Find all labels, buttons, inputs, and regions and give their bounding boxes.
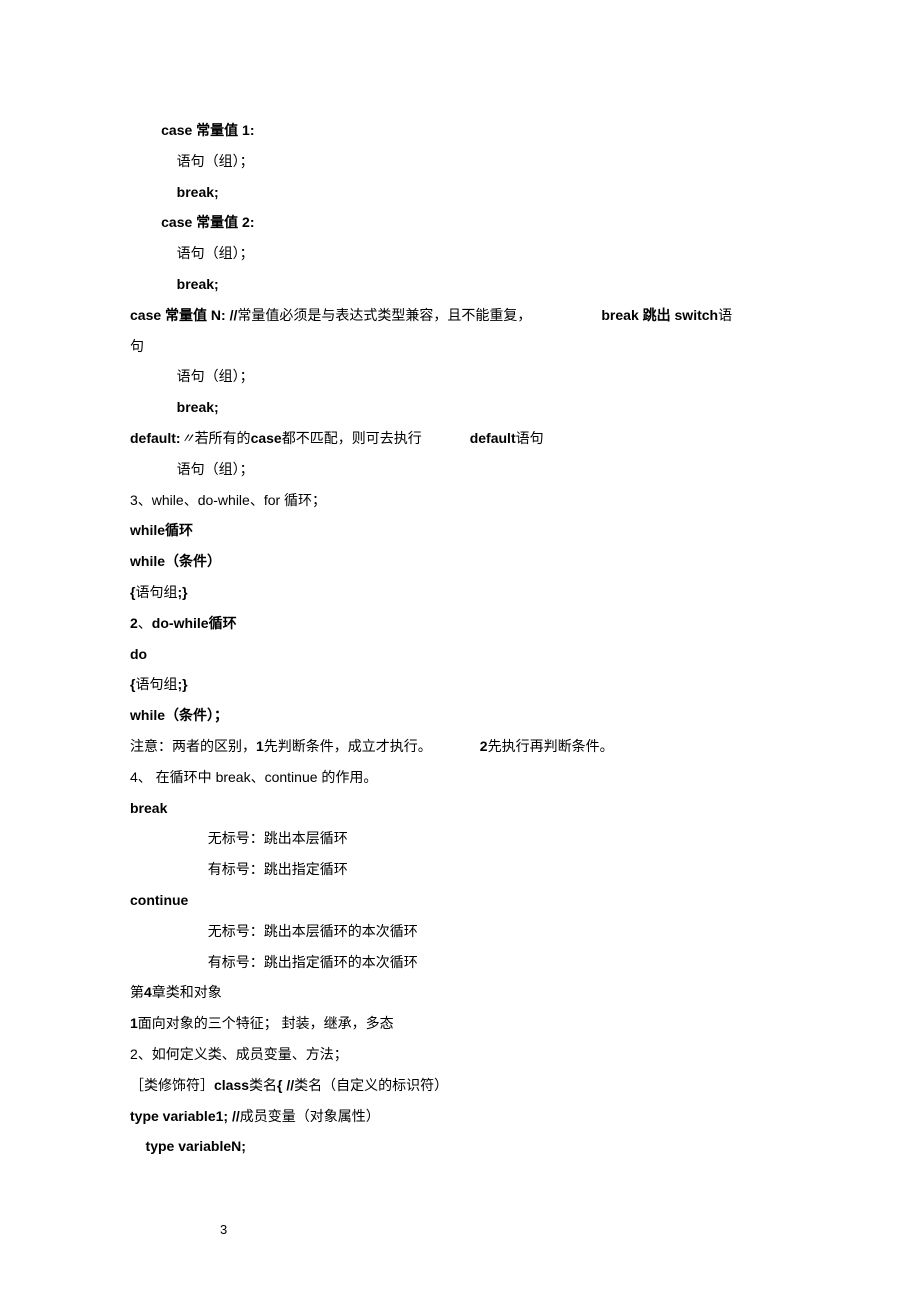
text: 语 (718, 300, 732, 331)
code-line: 语句（组）； (130, 238, 790, 269)
text: ;} (177, 577, 187, 608)
text-line: 无标号：跳出本层循环 (130, 823, 790, 854)
code-line: while（条件）； (130, 700, 790, 731)
text: 4 (144, 977, 152, 1008)
code-line: type variable1; //成员变量（对象属性） (130, 1101, 790, 1132)
text: while (130, 515, 165, 546)
text: default (470, 423, 516, 454)
text: 注意：两者的区别， (130, 731, 256, 762)
code-line: 语句（组）； (130, 454, 790, 485)
text: while (130, 700, 165, 731)
code-line: {语句组;} (130, 669, 790, 700)
code-line: break; (130, 269, 790, 300)
text: （条件） (165, 546, 221, 577)
text: 1 (130, 1008, 138, 1039)
code-line: case 常量值 1: (130, 115, 790, 146)
text: ;} (177, 669, 187, 700)
text-line: 1 面向对象的三个特征； 封装，继承，多态 (130, 1008, 790, 1039)
code-line: ［类修饰符］class 类名{ //类名（自定义的标识符） (130, 1070, 790, 1101)
code-line: type variableN; (130, 1131, 790, 1162)
text: 2 (480, 731, 488, 762)
heading: break (130, 793, 790, 824)
code-line: 句 (130, 331, 790, 362)
text: break 跳出 switch (601, 300, 718, 331)
text: 语句 (516, 423, 544, 454)
text: 〃 (181, 423, 195, 454)
text: 先判断条件，成立才执行。 (264, 731, 432, 762)
code-line: case 常量值 2: (130, 207, 790, 238)
text: while (130, 546, 165, 577)
text: （条件）； (165, 700, 228, 731)
code-line: while（条件） (130, 546, 790, 577)
code-line: default: 〃 若所有的 case 都不匹配，则可去执行 default … (130, 423, 790, 454)
text: 2 (130, 608, 138, 639)
text: 成员变量（对象属性） (240, 1101, 380, 1132)
text: 循环 (165, 515, 193, 546)
text: 类名（自定义的标识符） (294, 1070, 448, 1101)
text: case (251, 423, 282, 454)
text-line: 有标号：跳出指定循环 (130, 854, 790, 885)
document-page: case 常量值 1: 语句（组）； break; case 常量值 2: 语句… (0, 0, 920, 1297)
text-line: 有标号：跳出指定循环的本次循环 (130, 947, 790, 978)
text: 语句组 (135, 577, 177, 608)
code-line: break; (130, 392, 790, 423)
text: 循环 (209, 608, 237, 639)
heading: while 循环 (130, 515, 790, 546)
text-line: 无标号：跳出本层循环的本次循环 (130, 916, 790, 947)
text: 第 (130, 977, 144, 1008)
text: 类名 (249, 1070, 277, 1101)
heading: continue (130, 885, 790, 916)
code-line: 语句（组）； (130, 146, 790, 177)
text: { // (277, 1070, 294, 1101)
text: 常量值必须是与表达式类型兼容，且不能重复， (237, 300, 531, 331)
code-line: do (130, 639, 790, 670)
code-line: 语句（组）； (130, 361, 790, 392)
text: 先执行再判断条件。 (488, 731, 614, 762)
text-line: 3、while、do-while、for 循环； (130, 485, 790, 516)
text: do-while (152, 608, 209, 639)
page-number: 3 (130, 1222, 790, 1237)
text: type variable1; // (130, 1101, 240, 1132)
text: class (214, 1070, 249, 1101)
text: case 常量值 N: // (130, 300, 237, 331)
code-line: {语句组;} (130, 577, 790, 608)
text: 1 (256, 731, 264, 762)
heading: 第 4 章类和对象 (130, 977, 790, 1008)
text: default: (130, 423, 181, 454)
text: 面向对象的三个特征； 封装，继承，多态 (138, 1008, 394, 1039)
text: 、 (138, 608, 152, 639)
code-line: break; (130, 177, 790, 208)
text-line: 4、 在循环中 break、continue 的作用。 (130, 762, 790, 793)
text-line: 注意：两者的区别，1 先判断条件，成立才执行。 2 先执行再判断条件。 (130, 731, 790, 762)
text: 语句组 (135, 669, 177, 700)
text: ［类修饰符］ (130, 1070, 214, 1101)
text: 都不匹配，则可去执行 (282, 423, 422, 454)
heading: 2、do-while 循环 (130, 608, 790, 639)
text: 若所有的 (195, 423, 251, 454)
text: 章类和对象 (152, 977, 222, 1008)
text-line: 2、如何定义类、成员变量、方法； (130, 1039, 790, 1070)
code-line: case 常量值 N: //常量值必须是与表达式类型兼容，且不能重复， brea… (130, 300, 790, 331)
